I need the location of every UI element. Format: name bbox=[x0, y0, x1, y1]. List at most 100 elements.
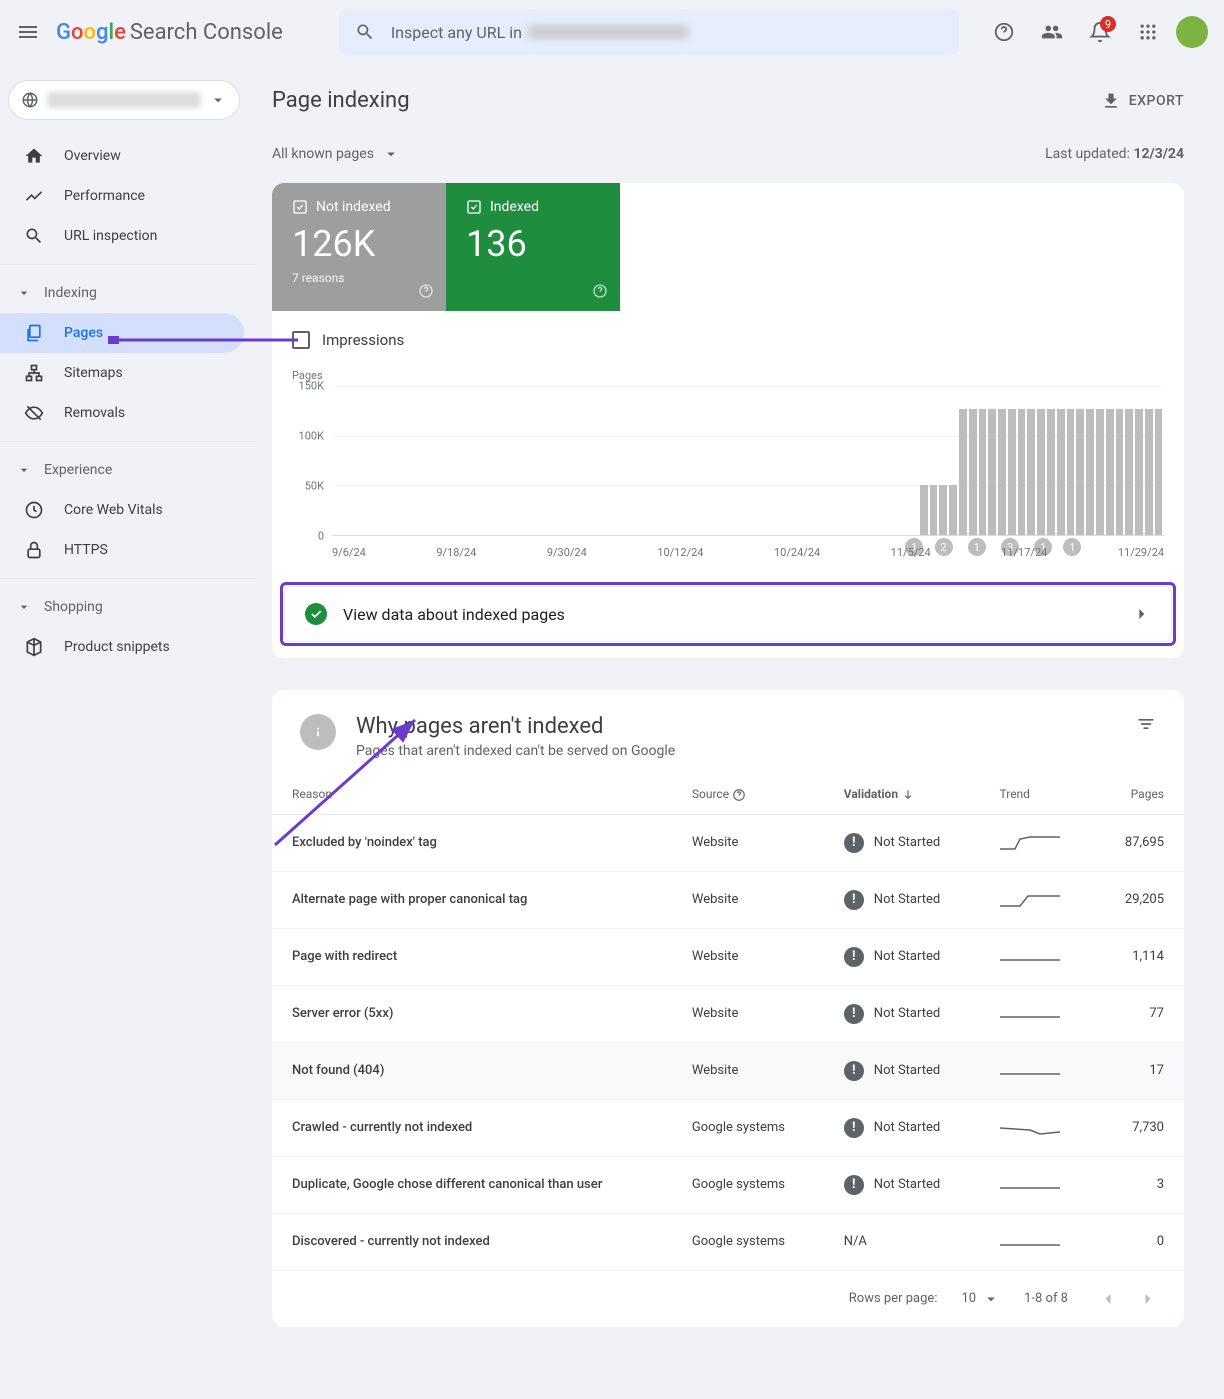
lock-icon bbox=[24, 540, 44, 560]
trend-icon bbox=[24, 186, 44, 206]
sidebar-item-sitemaps[interactable]: Sitemaps bbox=[0, 353, 244, 393]
section-experience[interactable]: Experience bbox=[0, 450, 256, 490]
exclaim-icon: ! bbox=[844, 1118, 864, 1138]
exclaim-icon: ! bbox=[844, 947, 864, 967]
people-icon[interactable] bbox=[1032, 12, 1072, 52]
table-row[interactable]: Excluded by 'noindex' tag Website !Not S… bbox=[272, 814, 1184, 871]
main-content: Page indexing EXPORT All known pages Las… bbox=[256, 64, 1216, 1351]
filter-icon[interactable] bbox=[1136, 714, 1156, 738]
stat-value: 126K bbox=[292, 223, 426, 265]
table-row[interactable]: Duplicate, Google chose different canoni… bbox=[272, 1156, 1184, 1213]
indexing-card: Not indexed 126K 7 reasons Indexed 136 bbox=[272, 183, 1184, 658]
page-title: Page indexing bbox=[272, 88, 410, 113]
redacted-domain bbox=[528, 25, 688, 39]
url-inspect-search[interactable]: Inspect any URL in bbox=[339, 9, 959, 55]
help-icon bbox=[732, 788, 746, 802]
col-pages[interactable]: Pages bbox=[1094, 775, 1184, 814]
menu-icon[interactable] bbox=[16, 20, 40, 44]
app-header: Google Search Console Inspect any URL in… bbox=[0, 0, 1224, 64]
apps-icon[interactable] bbox=[1128, 12, 1168, 52]
table-pagination: Rows per page: 10 1-8 of 8 bbox=[272, 1271, 1184, 1327]
sidebar-item-overview[interactable]: Overview bbox=[0, 136, 244, 176]
table-row[interactable]: Not found (404) Website !Not Started 17 bbox=[272, 1042, 1184, 1099]
indexing-chart: Pages 050K100K150K 121311 9/6/249/18/249… bbox=[272, 361, 1184, 586]
page-filter-dropdown[interactable]: All known pages bbox=[272, 145, 400, 163]
product-icon bbox=[24, 637, 44, 657]
table-row[interactable]: Page with redirect Website !Not Started … bbox=[272, 928, 1184, 985]
sidebar-label: Removals bbox=[64, 405, 125, 421]
sidebar-label: HTTPS bbox=[64, 542, 108, 558]
table-row[interactable]: Server error (5xx) Website !Not Started … bbox=[272, 985, 1184, 1042]
pages-icon bbox=[24, 323, 44, 343]
chevron-down-icon bbox=[209, 91, 227, 109]
table-row[interactable]: Crawled - currently not indexed Google s… bbox=[272, 1099, 1184, 1156]
view-indexed-pages-link[interactable]: View data about indexed pages bbox=[284, 586, 1172, 642]
table-row[interactable]: Alternate page with proper canonical tag… bbox=[272, 871, 1184, 928]
removals-icon bbox=[24, 403, 44, 423]
last-updated: Last updated: 12/3/24 bbox=[1045, 146, 1184, 162]
prev-page-button[interactable] bbox=[1092, 1283, 1124, 1315]
reasons-card: Why pages aren't indexed Pages that aren… bbox=[272, 690, 1184, 1327]
stat-sub: 7 reasons bbox=[292, 271, 426, 285]
vitals-icon bbox=[24, 500, 44, 520]
chevron-right-icon bbox=[1131, 604, 1151, 624]
export-button[interactable]: EXPORT bbox=[1101, 91, 1184, 111]
check-circle-icon bbox=[305, 603, 327, 625]
help-icon[interactable] bbox=[984, 12, 1024, 52]
sidebar-label: Core Web Vitals bbox=[64, 502, 163, 518]
exclaim-icon: ! bbox=[844, 1004, 864, 1024]
sidebar-label: Sitemaps bbox=[64, 365, 123, 381]
page-range: 1-8 of 8 bbox=[1024, 1291, 1068, 1306]
stat-indexed[interactable]: Indexed 136 bbox=[446, 183, 620, 311]
chevron-down-icon bbox=[16, 462, 32, 478]
google-logo[interactable]: Google Search Console bbox=[56, 20, 283, 45]
product-name: Search Console bbox=[130, 20, 283, 45]
exclaim-icon: ! bbox=[844, 1061, 864, 1081]
reasons-table: Reason Source Validation Trend Pages Exc… bbox=[272, 775, 1184, 1271]
sidebar-item-performance[interactable]: Performance bbox=[0, 176, 244, 216]
rows-per-page-select[interactable]: 10 bbox=[961, 1290, 1000, 1308]
section-shopping[interactable]: Shopping bbox=[0, 587, 256, 627]
col-source[interactable]: Source bbox=[672, 775, 824, 814]
impressions-toggle[interactable]: Impressions bbox=[272, 311, 1184, 361]
notifications-icon[interactable]: 9 bbox=[1080, 12, 1120, 52]
search-icon bbox=[355, 22, 375, 42]
sidebar-item-https[interactable]: HTTPS bbox=[0, 530, 244, 570]
property-selector[interactable] bbox=[8, 80, 240, 120]
col-trend[interactable]: Trend bbox=[980, 775, 1094, 814]
stat-not-indexed[interactable]: Not indexed 126K 7 reasons bbox=[272, 183, 446, 311]
sidebar-label: URL inspection bbox=[64, 228, 157, 244]
dropdown-icon bbox=[982, 1290, 1000, 1308]
sidebar-label: Product snippets bbox=[64, 639, 170, 655]
account-avatar[interactable] bbox=[1176, 16, 1208, 48]
sidebar-item-product-snippets[interactable]: Product snippets bbox=[0, 627, 244, 667]
sidebar-item-removals[interactable]: Removals bbox=[0, 393, 244, 433]
sidebar-label: Overview bbox=[64, 148, 121, 164]
dropdown-icon bbox=[382, 145, 400, 163]
section-indexing[interactable]: Indexing bbox=[0, 273, 256, 313]
checkbox-icon bbox=[466, 199, 482, 215]
table-row[interactable]: Discovered - currently not indexed Googl… bbox=[272, 1213, 1184, 1270]
sitemap-icon bbox=[24, 363, 44, 383]
sidebar-label: Pages bbox=[64, 325, 103, 341]
home-icon bbox=[24, 146, 44, 166]
checkbox-icon[interactable] bbox=[292, 331, 310, 349]
exclaim-icon: ! bbox=[844, 890, 864, 910]
redacted-property bbox=[47, 92, 201, 108]
chevron-down-icon bbox=[16, 285, 32, 301]
help-icon[interactable] bbox=[592, 283, 608, 299]
sidebar-item-core-web-vitals[interactable]: Core Web Vitals bbox=[0, 490, 244, 530]
sort-down-icon bbox=[901, 788, 915, 802]
next-page-button[interactable] bbox=[1132, 1283, 1164, 1315]
sidebar-item-url-inspection[interactable]: URL inspection bbox=[0, 216, 244, 256]
sidebar-item-pages[interactable]: Pages bbox=[0, 313, 244, 353]
col-validation[interactable]: Validation bbox=[824, 775, 980, 814]
help-icon[interactable] bbox=[418, 283, 434, 299]
search-icon bbox=[24, 226, 44, 246]
col-reason[interactable]: Reason bbox=[272, 775, 672, 814]
search-placeholder: Inspect any URL in bbox=[391, 23, 522, 42]
download-icon bbox=[1101, 91, 1121, 111]
exclaim-icon: ! bbox=[844, 833, 864, 853]
exclaim-icon: ! bbox=[844, 1175, 864, 1195]
stat-value: 136 bbox=[466, 223, 600, 265]
